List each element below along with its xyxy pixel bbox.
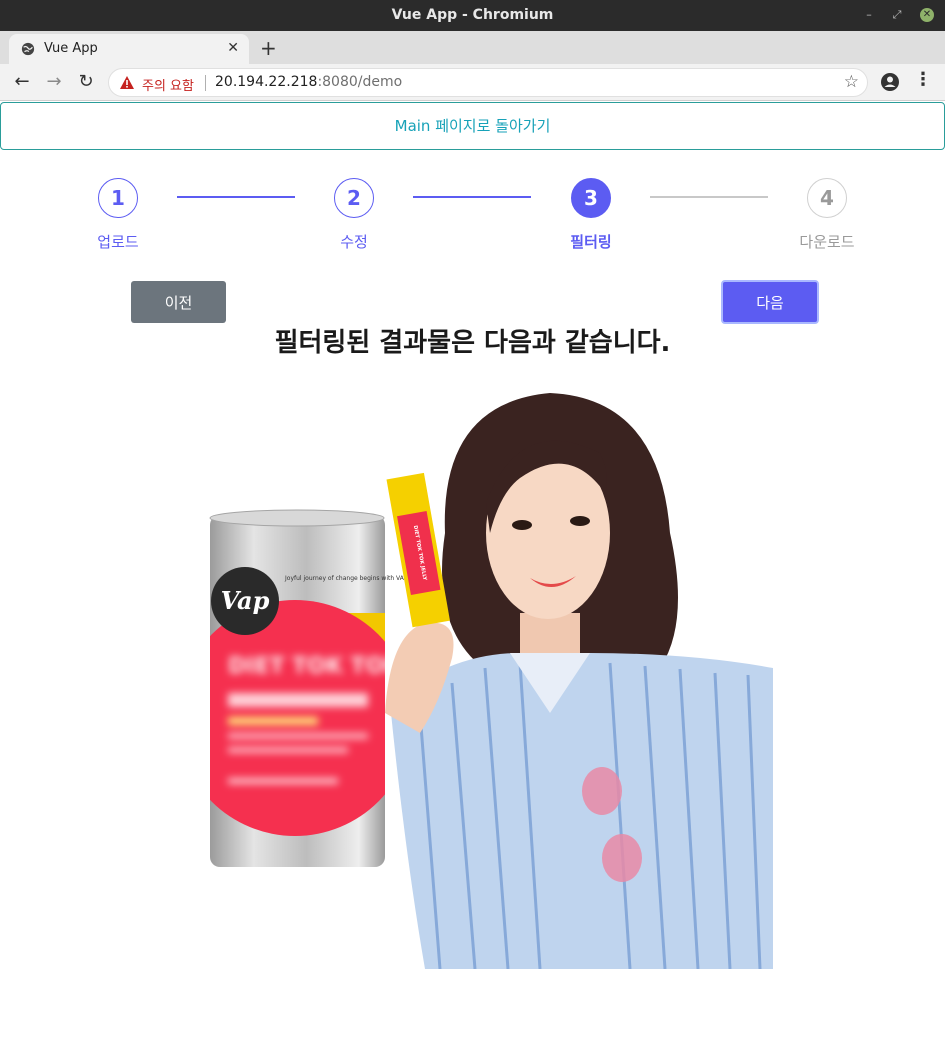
step-connector-3 <box>650 196 768 198</box>
close-tab-icon[interactable]: ✕ <box>227 40 239 56</box>
window-title: Vue App - Chromium <box>391 7 554 23</box>
warning-icon[interactable] <box>119 75 135 90</box>
filtered-result-image: DIET TOK TOK JELLY Vap Joyful journey of… <box>209 393 773 969</box>
url-host: 20.194.22.218 <box>215 74 318 90</box>
brand-logo-text: Vap <box>221 586 270 615</box>
step-4-label: 다운로드 <box>799 233 855 251</box>
result-heading: 필터링된 결과물은 다음과 같습니다. <box>274 328 671 358</box>
security-warning-label[interactable]: 주의 요함 <box>142 75 194 94</box>
close-window-icon[interactable]: ✕ <box>920 8 934 22</box>
back-icon[interactable]: ← <box>10 70 34 94</box>
model-illustration: DIET TOK TOK JELLY <box>385 393 773 969</box>
step-connector-2 <box>413 196 531 198</box>
step-2-label: 수정 <box>340 233 368 251</box>
globe-icon <box>21 42 35 56</box>
next-button[interactable]: 다음 <box>721 280 819 324</box>
tab-strip: Vue App ✕ + <box>0 31 945 64</box>
step-4-circle: 4 <box>807 178 847 218</box>
previous-button[interactable]: 이전 <box>131 281 226 323</box>
new-tab-icon[interactable]: + <box>260 36 277 60</box>
bookmark-star-icon[interactable]: ☆ <box>844 72 859 92</box>
minimize-icon[interactable]: – <box>862 8 876 22</box>
forward-icon[interactable]: → <box>42 70 66 94</box>
url-path: :8080/demo <box>317 74 403 90</box>
omnibox-divider <box>205 75 206 91</box>
step-3-circle: 3 <box>571 178 611 218</box>
maximize-icon[interactable]: ⤢ <box>890 8 904 22</box>
brand-tagline: Joyful journey of change begins with VAP <box>284 575 408 582</box>
menu-kebab-icon[interactable]: ⋮ <box>914 69 932 90</box>
tab-vue-app[interactable]: Vue App ✕ <box>9 34 249 64</box>
address-bar[interactable]: 주의 요함 20.194.22.218:8080/demo ☆ <box>108 68 868 97</box>
product-stick: DIET TOK TOK JELLY <box>386 472 450 628</box>
url-text[interactable]: 20.194.22.218:8080/demo <box>215 74 402 90</box>
window-titlebar: Vue App - Chromium – ⤢ ✕ <box>0 0 945 31</box>
account-icon[interactable] <box>880 72 900 92</box>
tab-title: Vue App <box>44 41 98 56</box>
step-2-circle: 2 <box>334 178 374 218</box>
step-1-circle: 1 <box>98 178 138 218</box>
step-connector-1 <box>177 196 295 198</box>
back-to-main-button[interactable]: Main 페이지로 돌아가기 <box>0 102 945 150</box>
step-1-label: 업로드 <box>97 233 139 251</box>
progress-stepper: 1 업로드 2 수정 3 필터링 4 다운로드 <box>0 178 945 258</box>
step-3-label: 필터링 <box>570 233 612 251</box>
browser-toolbar: ← → ↻ 주의 요함 20.194.22.218:8080/demo ☆ ⋮ <box>0 64 945 101</box>
reload-icon[interactable]: ↻ <box>74 70 98 94</box>
